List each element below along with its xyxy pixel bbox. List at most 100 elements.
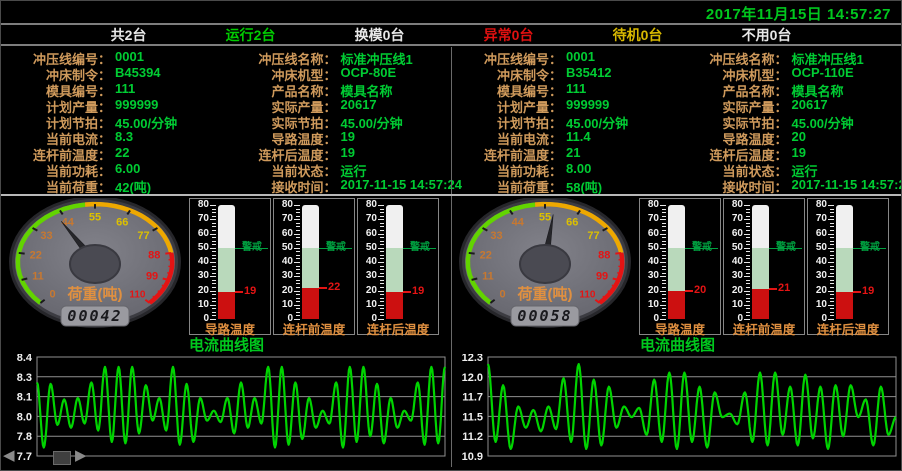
thermo-scale-number: 60 (809, 229, 827, 239)
thermo-value: 22 (328, 282, 340, 293)
current-waveform (37, 367, 445, 448)
thermo-scale-number: 20 (725, 286, 743, 296)
thermo-scale-number: 50 (191, 243, 209, 253)
section-divider-horizontal (1, 194, 901, 196)
thermo-scale-number: 30 (725, 271, 743, 281)
thermo-scale-number: 20 (359, 286, 377, 296)
thermo-scale-number: 20 (191, 286, 209, 296)
thermo-scale-number: 10 (275, 300, 293, 310)
thermo-scale-number: 30 (275, 271, 293, 281)
alert-label: 警戒 (776, 243, 796, 253)
thermo-scale-number: 40 (191, 257, 209, 267)
thermo-scale-number: 80 (191, 200, 209, 210)
thermo-label: 连杆前温度 (274, 319, 354, 338)
svg-text:8.3: 8.3 (17, 372, 32, 384)
svg-text:44: 44 (62, 216, 75, 228)
thermo-scale-number: 80 (275, 200, 293, 210)
status-item-4: 待机0台 (613, 25, 663, 45)
thermometer-3: 01020304050607080警戒20导路温度 (639, 198, 721, 335)
thermo-scale-number: 60 (191, 229, 209, 239)
thermo-scale-number: 70 (641, 214, 659, 224)
thermo-scale-number: 30 (359, 271, 377, 281)
thermo-label: 导路温度 (640, 319, 720, 338)
thermo-scale-number: 70 (359, 214, 377, 224)
svg-text:55: 55 (539, 212, 551, 224)
thermo-value: 21 (778, 283, 790, 294)
thermo-scale-number: 50 (725, 243, 743, 253)
thermo-value: 19 (244, 286, 256, 297)
svg-text:11: 11 (482, 270, 494, 282)
svg-text:7.8: 7.8 (17, 431, 32, 443)
thermo-scale-number: 70 (725, 214, 743, 224)
svg-text:11.5: 11.5 (462, 411, 483, 423)
thermo-scale-number: 40 (359, 257, 377, 267)
thermo-label: 连杆前温度 (724, 319, 804, 338)
thermo-scale-number: 80 (359, 200, 377, 210)
status-item-3: 异常0台 (484, 25, 534, 45)
thermometer-4: 01020304050607080警戒21连杆前温度 (723, 198, 805, 335)
svg-text:44: 44 (512, 216, 525, 228)
svg-text:8.4: 8.4 (17, 354, 33, 364)
thermo-scale-number: 10 (725, 300, 743, 310)
thermo-label: 连杆后温度 (358, 319, 438, 338)
scroll-box-icon[interactable] (53, 451, 71, 465)
thermo-fill (386, 292, 403, 319)
svg-text:110: 110 (579, 289, 596, 300)
odometer-value: 00058 (517, 307, 572, 325)
thermo-fill (668, 291, 685, 320)
thermo-scale-number: 70 (191, 214, 209, 224)
thermo-scale-number: 40 (641, 257, 659, 267)
thermo-scale-number: 30 (809, 271, 827, 281)
alert-label: 警戒 (860, 243, 880, 253)
svg-text:99: 99 (146, 270, 158, 282)
load-gauge-1: 0112233445566778899110荷重(吨)00042 (7, 198, 183, 334)
thermo-scale-number: 10 (809, 300, 827, 310)
thermo-scale-number: 20 (275, 286, 293, 296)
thermo-scale-number: 70 (275, 214, 293, 224)
thermo-scale-number: 80 (641, 200, 659, 210)
svg-text:11.7: 11.7 (462, 392, 483, 404)
svg-text:22: 22 (480, 249, 492, 261)
thermo-scale-number: 40 (275, 257, 293, 267)
status-item-1: 运行2台 (226, 25, 276, 45)
current-chart-block-2: 电流曲线图 12.312.011.711.511.210.9 (452, 337, 902, 470)
odometer-value: 00042 (67, 307, 122, 325)
status-item-0: 共2台 (111, 25, 147, 45)
thermo-scale-number: 20 (641, 286, 659, 296)
thermo-fill (836, 292, 853, 319)
thermometer-0: 01020304050607080警戒19导路温度 (189, 198, 271, 335)
thermo-value: 20 (694, 285, 706, 296)
chart-nav-controls: ◀ ▶ (3, 446, 98, 468)
status-item-2: 换模0台 (355, 25, 405, 45)
thermo-scale-number: 50 (275, 243, 293, 253)
thermo-scale-number: 80 (725, 200, 743, 210)
back-arrow-icon[interactable]: ◀ (3, 446, 15, 464)
svg-text:10.9: 10.9 (462, 451, 483, 463)
thermo-scale-number: 60 (275, 229, 293, 239)
svg-text:88: 88 (148, 249, 160, 261)
thermo-value: 19 (862, 286, 874, 297)
thermo-scale-number: 30 (641, 271, 659, 281)
svg-text:8.0: 8.0 (17, 411, 32, 423)
info-row: 当前荷重：42(吨)接收时间：2017-11-15 14:57:24 (1, 179, 452, 195)
forward-arrow-icon[interactable]: ▶ (75, 446, 87, 464)
svg-text:88: 88 (598, 249, 610, 261)
load-gauge-2: 0112233445566778899110荷重(吨)00058 (457, 198, 633, 334)
svg-text:77: 77 (137, 230, 149, 242)
chart-title: 电流曲线图 (452, 337, 902, 354)
svg-text:66: 66 (566, 216, 578, 228)
top-header: 2017年11月15日 14:57:27 (1, 1, 901, 23)
alert-label: 警戒 (326, 243, 346, 253)
thermo-fill (302, 288, 319, 319)
thermometer-2: 01020304050607080警戒19连杆后温度 (357, 198, 439, 335)
status-item-5: 不用0台 (742, 25, 792, 45)
thermo-scale-number: 10 (641, 300, 659, 310)
thermo-scale-number: 40 (809, 257, 827, 267)
alert-label: 警戒 (242, 243, 262, 253)
thermo-fill (752, 289, 769, 319)
datetime-display: 2017年11月15日 14:57:27 (706, 3, 891, 24)
thermometer-5: 01020304050607080警戒19连杆后温度 (807, 198, 889, 335)
thermo-scale-number: 60 (725, 229, 743, 239)
machine-panel-1: 冲压线编号：0001冲压线名称：标准冲压线1冲床制令：B45394冲床机型：OC… (1, 49, 452, 194)
thermo-value: 19 (412, 286, 424, 297)
